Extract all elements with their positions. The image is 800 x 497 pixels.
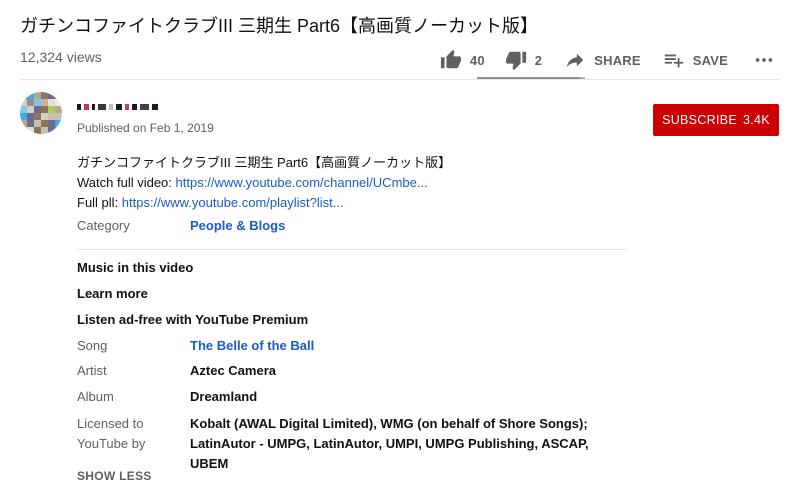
avatar-pixel <box>27 113 34 120</box>
avatar-pixel <box>41 92 48 99</box>
avatar-pixel <box>48 106 55 113</box>
avatar-pixel <box>20 92 27 99</box>
avatar-pixel <box>55 92 62 99</box>
subscribe-label: SUBSCRIBE <box>662 113 738 127</box>
thumbs-down-icon <box>505 51 526 71</box>
avatar-pixel <box>41 127 48 134</box>
redaction-block <box>92 104 95 110</box>
avatar-pixel <box>20 99 27 106</box>
description-line-playlist: Full pll: https://www.youtube.com/playli… <box>77 193 451 213</box>
avatar-pixel <box>20 127 27 134</box>
video-title: ガチンコファイトクラブIII 三期生 Part6【高画質ノーカット版】 <box>20 16 539 36</box>
show-less-button[interactable]: SHOW LESS <box>77 468 152 484</box>
premium-link[interactable]: Listen ad-free with YouTube Premium <box>77 311 308 329</box>
channel-avatar[interactable] <box>20 92 62 134</box>
subscriber-count: 3.4K <box>743 113 770 127</box>
dislike-button[interactable]: 2 <box>505 44 542 76</box>
album-label: Album <box>77 389 114 404</box>
avatar-pixel <box>41 113 48 120</box>
avatar-pixel <box>20 120 27 127</box>
avatar-pixel <box>20 113 27 120</box>
channel-name-redacted[interactable] <box>77 100 158 114</box>
like-count: 40 <box>469 52 485 68</box>
avatar-pixel <box>55 113 62 120</box>
song-label: Song <box>77 338 108 353</box>
redaction-block <box>140 104 149 110</box>
dislike-count: 2 <box>534 52 543 68</box>
avatar-pixel <box>55 120 62 127</box>
like-button[interactable]: 40 <box>440 44 485 76</box>
avatar-pixel <box>27 99 34 106</box>
video-actions: 40 2 SHARE SAVE <box>440 44 776 76</box>
view-count: 12,324 views <box>20 49 102 65</box>
artist-label: Artist <box>77 363 107 378</box>
avatar-pixel <box>48 120 55 127</box>
share-arrow-icon <box>566 53 584 68</box>
avatar-pixel <box>48 92 55 99</box>
video-description: ガチンコファイトクラブIII 三期生 Part6【高画質ノーカット版】 Watc… <box>77 153 451 213</box>
artist-value: Aztec Camera <box>190 363 276 378</box>
learn-more-link[interactable]: Learn more <box>77 285 148 303</box>
publish-date: Published on Feb 1, 2019 <box>77 121 214 135</box>
subscribe-button[interactable]: SUBSCRIBE 3.4K <box>653 104 779 136</box>
header-divider <box>20 79 780 80</box>
redaction-block <box>109 104 113 110</box>
share-label: SHARE <box>594 52 641 68</box>
avatar-pixel <box>27 92 34 99</box>
playlist-add-icon <box>664 54 683 68</box>
avatar-pixel <box>48 113 55 120</box>
avatar-pixel <box>41 120 48 127</box>
redaction-block <box>84 104 89 110</box>
redaction-block <box>116 104 122 110</box>
licensed-label: Licensed to YouTube by <box>77 416 146 451</box>
watch-full-prefix: Watch full video: <box>77 175 176 190</box>
avatar-pixel <box>41 99 48 106</box>
licensed-value: Kobalt (AWAL Digital Limited), WMG (on b… <box>190 416 589 471</box>
category-link[interactable]: People & Blogs <box>190 217 285 235</box>
redaction-block <box>125 104 129 110</box>
avatar-pixel <box>34 92 41 99</box>
description-line-title: ガチンコファイトクラブIII 三期生 Part6【高画質ノーカット版】 <box>77 155 452 170</box>
channel-link[interactable]: https://www.youtube.com/channel/UCmbe... <box>176 175 428 190</box>
avatar-pixel <box>34 106 41 113</box>
avatar-pixel <box>55 99 62 106</box>
full-playlist-prefix: Full pll: <box>77 195 122 210</box>
video-info-page: ガチンコファイトクラブIII 三期生 Part6【高画質ノーカット版】 12,3… <box>0 0 800 497</box>
album-value: Dreamland <box>190 389 258 404</box>
avatar-pixel <box>41 106 48 113</box>
avatar-pixel <box>20 106 27 113</box>
redaction-block <box>152 104 158 110</box>
save-button[interactable]: SAVE <box>663 44 728 76</box>
redaction-block <box>98 104 106 110</box>
avatar-pixel <box>27 120 34 127</box>
avatar-pixel <box>55 106 62 113</box>
avatar-pixel <box>48 99 55 106</box>
avatar-pixel <box>48 127 55 134</box>
redaction-block <box>77 104 81 110</box>
save-label: SAVE <box>692 52 728 68</box>
share-button[interactable]: SHARE <box>564 44 641 76</box>
redaction-block <box>132 104 137 110</box>
metadata-divider <box>77 249 627 250</box>
avatar-pixel <box>55 127 62 134</box>
more-actions-button[interactable] <box>752 44 776 76</box>
music-heading: Music in this video <box>77 260 194 275</box>
more-horizontal-icon <box>755 58 773 62</box>
description-line-watch: Watch full video: https://www.youtube.co… <box>77 173 451 193</box>
avatar-pixel <box>34 113 41 120</box>
avatar-pixel <box>34 99 41 106</box>
avatar-pixel <box>27 127 34 134</box>
avatar-pixel <box>27 106 34 113</box>
avatar-pixel <box>34 127 41 134</box>
category-label: Category <box>77 218 130 233</box>
playlist-link[interactable]: https://www.youtube.com/playlist?list... <box>122 195 344 210</box>
song-link[interactable]: The Belle of the Ball <box>190 337 314 355</box>
avatar-pixel <box>34 120 41 127</box>
thumbs-up-icon <box>440 49 462 69</box>
